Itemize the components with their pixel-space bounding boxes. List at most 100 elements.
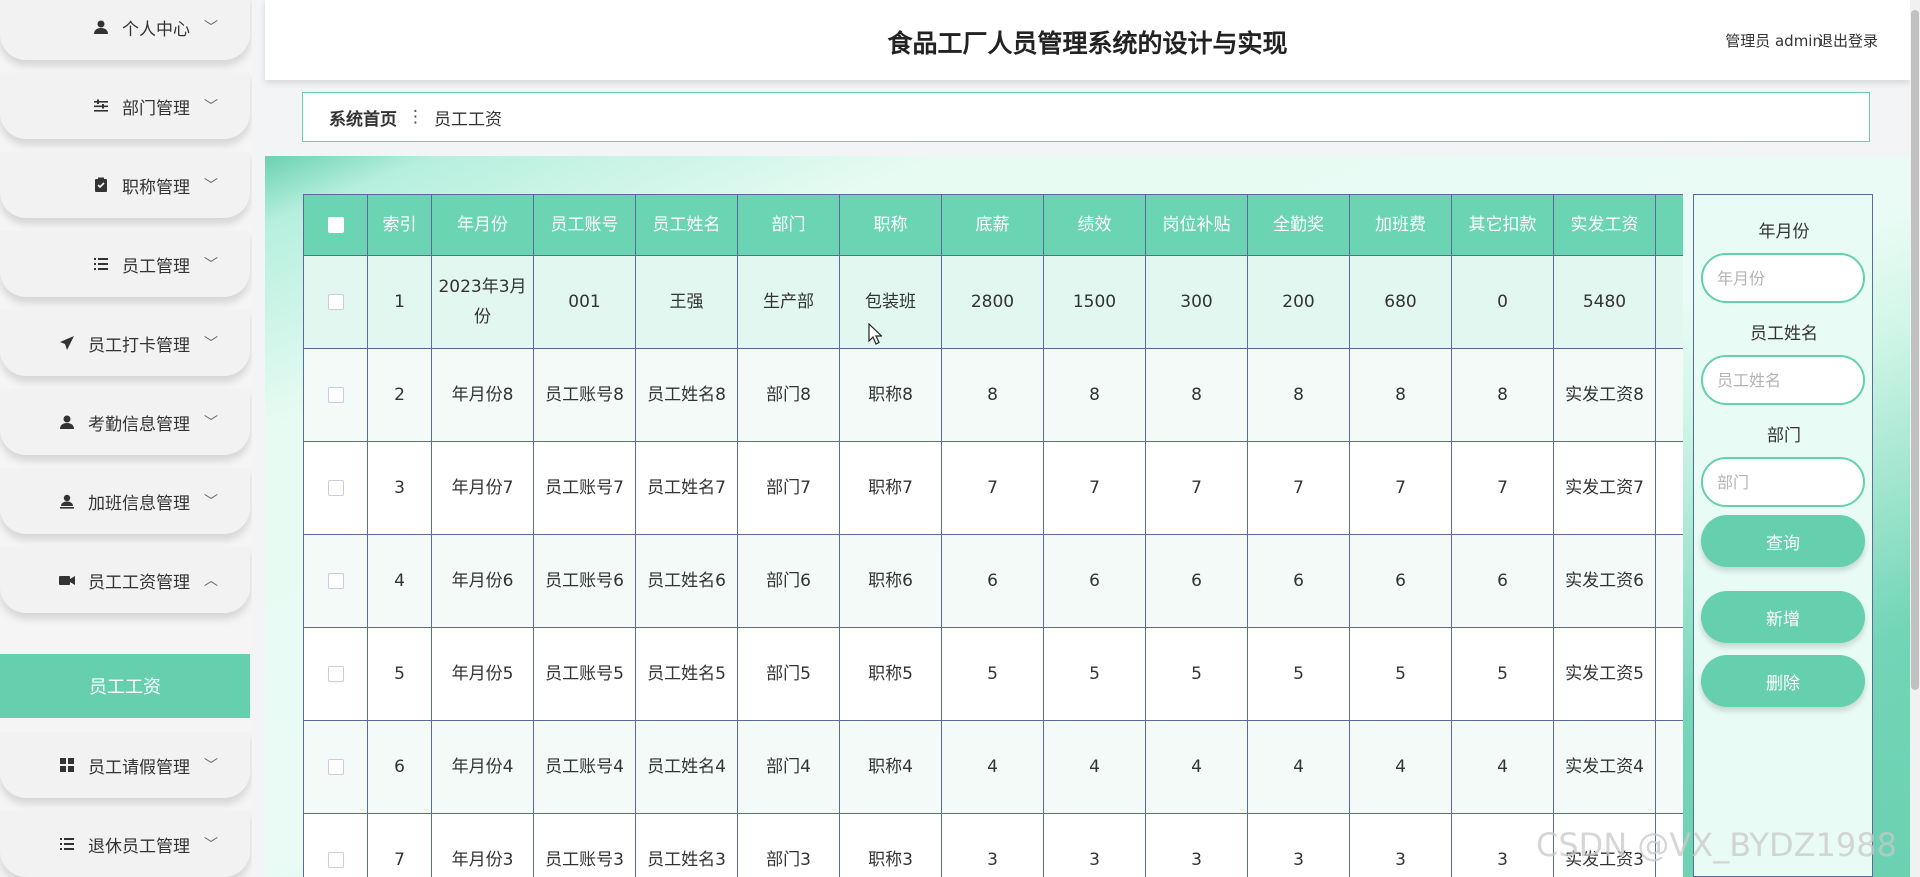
row-checkbox[interactable] (327, 573, 344, 589)
search-month-input[interactable] (1701, 253, 1865, 303)
select-all-cell[interactable] (303, 194, 368, 256)
sidebar-item-personal-center[interactable]: 个人中心 ﹀ (0, 0, 250, 60)
query-button[interactable]: 查询 (1701, 515, 1865, 567)
table-cell: 6 (1349, 534, 1452, 628)
row-checkbox[interactable] (327, 387, 344, 403)
table-cell: 部门5 (737, 627, 840, 721)
table-row[interactable]: 3年月份7员工账号7员工姓名7部门7职称7777777实发工资7工 (303, 441, 1683, 535)
table-cell: 8 (1247, 348, 1350, 442)
table-cell: 实发工资6 (1553, 534, 1656, 628)
chevron-down-icon: ﹀ (204, 837, 218, 853)
sidebar-item-attendance[interactable]: 考勤信息管理 ﹀ (0, 389, 250, 455)
table-cell: 2800 (941, 255, 1044, 349)
sidebar-subitem-salary[interactable]: 员工工资 (0, 654, 250, 718)
table-row[interactable]: 5年月份5员工账号5员工姓名5部门5职称5555555实发工资5工 (303, 627, 1683, 721)
table-row[interactable]: 1 2023年3月份 001 王强 生产部 包装班 2800 1500 300 200 680 0 54… (303, 255, 1683, 349)
table-row[interactable]: 6年月份4员工账号4员工姓名4部门4职称4444444实发工资4工 (303, 720, 1683, 814)
table-cell: 员工账号5 (533, 627, 636, 721)
table-cell: 实发工资4 (1553, 720, 1656, 814)
sidebar-item-label: 部门管理 (122, 98, 190, 119)
table-cell: 4 (367, 534, 432, 628)
row-checkbox[interactable] (327, 480, 344, 496)
table-cell: 4 (1043, 720, 1146, 814)
table-cell: 6 (1043, 534, 1146, 628)
row-select-cell[interactable] (303, 720, 368, 814)
table-cell: 员工姓名5 (635, 627, 738, 721)
table-cell: 员工账号7 (533, 441, 636, 535)
row-select-cell[interactable] (303, 813, 368, 877)
table-cell: 3 (1349, 813, 1452, 877)
chevron-down-icon: ﹀ (204, 758, 218, 774)
table-cell: 2 (367, 348, 432, 442)
table-cell: 3 (941, 813, 1044, 877)
search-department-input[interactable] (1701, 457, 1865, 507)
sidebar-item-retired[interactable]: 退休员工管理 ﹀ (0, 811, 250, 877)
row-select-cell[interactable] (303, 627, 368, 721)
chevron-up-icon: ︿ (204, 573, 218, 589)
upload-person-icon (58, 492, 76, 510)
delete-button[interactable]: 删除 (1701, 655, 1865, 707)
table-cell: 3 (1043, 813, 1146, 877)
table-cell: 员工账号4 (533, 720, 636, 814)
table-cell: 7 (1349, 441, 1452, 535)
table-row[interactable]: 7年月份3员工账号3员工姓名3部门3职称3333333实发工资3工 (303, 813, 1683, 877)
table-cell: 5 (1349, 627, 1452, 721)
table-cell: 职称8 (839, 348, 942, 442)
table-cell: 部门8 (737, 348, 840, 442)
sidebar-item-employee[interactable]: 员工管理 ﹀ (0, 231, 250, 297)
row-checkbox[interactable] (327, 666, 344, 682)
breadcrumb-home[interactable]: 系统首页 (329, 105, 397, 130)
sidebar-item-label: 考勤信息管理 (88, 414, 190, 435)
table-body: 1 2023年3月份 001 王强 生产部 包装班 2800 1500 300 200 680 0 54… (303, 255, 1683, 877)
table-cell: 生产部 (737, 255, 840, 349)
search-name-input[interactable] (1701, 355, 1865, 405)
table-cell: 部门6 (737, 534, 840, 628)
row-checkbox[interactable] (327, 294, 344, 310)
row-checkbox[interactable] (327, 852, 344, 868)
row-select-cell[interactable] (303, 348, 368, 442)
row-checkbox[interactable] (327, 759, 344, 775)
table-cell: 职称6 (839, 534, 942, 628)
sidebar-item-overtime[interactable]: 加班信息管理 ﹀ (0, 468, 250, 534)
table-cell: 王强 (635, 255, 738, 349)
sidebar-item-title[interactable]: 职称管理 ﹀ (0, 152, 250, 218)
top-header: 食品工厂人员管理系统的设计与实现 管理员 admin 退出登录 (265, 0, 1910, 80)
table-cell: 8 (1043, 348, 1146, 442)
table-cell: 7 (367, 813, 432, 877)
column-header: 全勤奖 (1247, 194, 1350, 256)
row-select-cell[interactable] (303, 534, 368, 628)
sidebar-item-salary[interactable]: 员工工资管理 ︿ (0, 547, 250, 613)
table-cell: 300 (1145, 255, 1248, 349)
table-cell: 员工账号8 (533, 348, 636, 442)
main-content: 索引 年月份 员工账号 员工姓名 部门 职称 底薪 绩效 岗位补贴 全勤奖 加班… (265, 156, 1910, 877)
sidebar-item-label: 加班信息管理 (88, 493, 190, 514)
table-cell: 0 (1451, 255, 1554, 349)
row-select-cell[interactable] (303, 441, 368, 535)
table-cell: 4 (1247, 720, 1350, 814)
table-cell: 4 (1145, 720, 1248, 814)
sidebar-item-department[interactable]: 部门管理 ﹀ (0, 73, 250, 139)
table-cell: 5480 (1553, 255, 1656, 349)
table-cell: 6 (1145, 534, 1248, 628)
sidebar-item-leave[interactable]: 员工请假管理 ﹀ (0, 732, 250, 798)
page-scrollbar-thumb[interactable] (1911, 10, 1919, 690)
table-row[interactable]: 2年月份8员工账号8员工姓名8部门8职称8888888实发工资8工 (303, 348, 1683, 442)
person-icon (58, 413, 76, 431)
table-row[interactable]: 4年月份6员工账号6员工姓名6部门6职称6666666实发工资6工 (303, 534, 1683, 628)
chevron-down-icon: ﹀ (204, 99, 218, 115)
sidebar-item-clock-in[interactable]: 员工打卡管理 ﹀ (0, 310, 250, 376)
sidebar-item-label: 退休员工管理 (88, 836, 190, 857)
column-header: 索引 (367, 194, 432, 256)
table-cell: 5 (1451, 627, 1554, 721)
select-all-checkbox[interactable] (327, 217, 344, 233)
table-cell: 8 (1145, 348, 1248, 442)
row-select-cell[interactable] (303, 255, 368, 349)
table-cell: 5 (1145, 627, 1248, 721)
logout-link[interactable]: 退出登录 (1818, 30, 1878, 51)
watermark: CSDN @VX_BYDZ1988 (1536, 826, 1897, 864)
table-cell: 5 (941, 627, 1044, 721)
table-cell: 7 (1145, 441, 1248, 535)
table-cell: 年月份4 (431, 720, 534, 814)
sidebar-item-label: 员工打卡管理 (88, 335, 190, 356)
add-button[interactable]: 新增 (1701, 591, 1865, 643)
